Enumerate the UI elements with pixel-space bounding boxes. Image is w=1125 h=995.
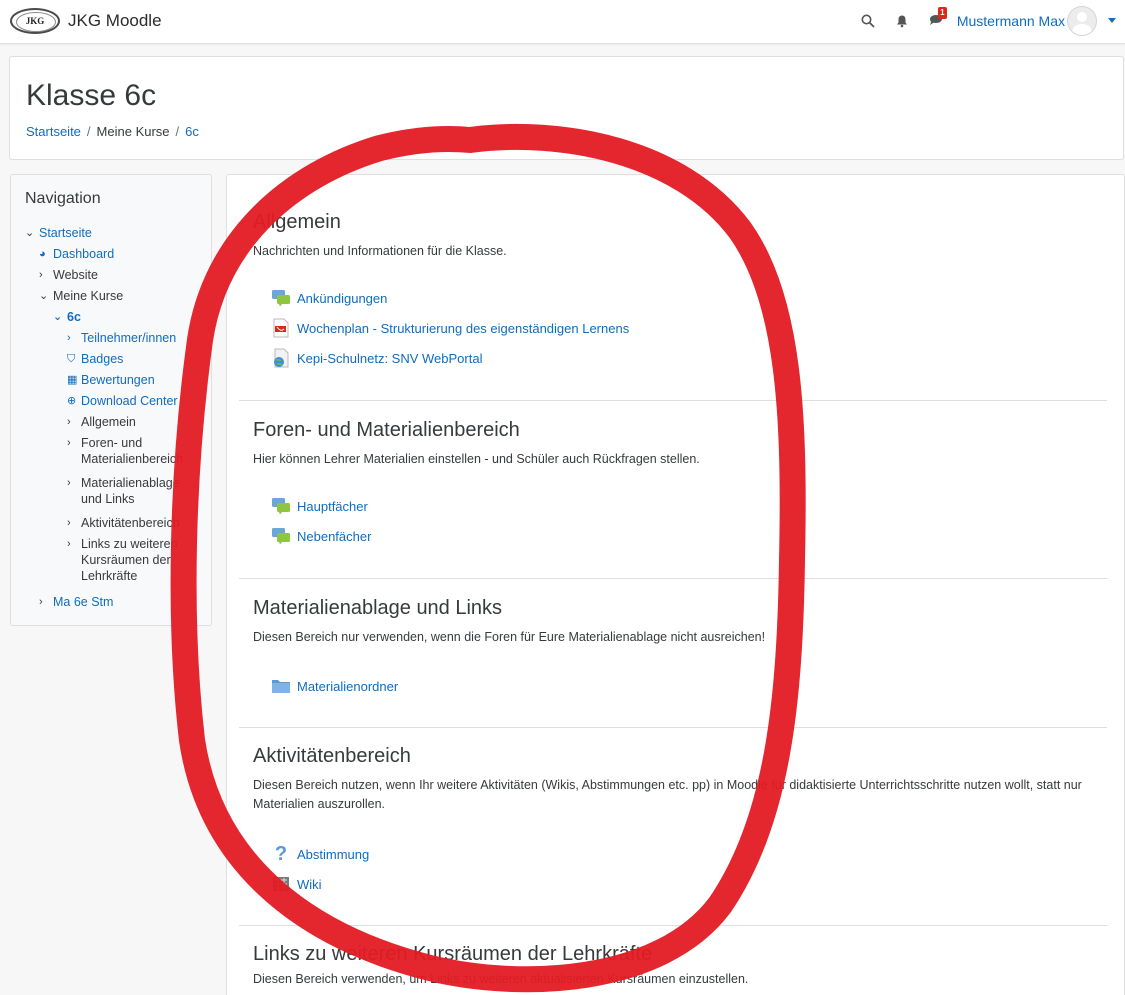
nav-item-section-links[interactable]: › Links zu weiteren Kursräumen der Lehrkr… [67, 536, 192, 584]
shield-icon: ⛉ [67, 353, 76, 365]
section-divider [239, 727, 1107, 728]
activity-link[interactable]: Abstimmung [297, 847, 369, 862]
nav-item-my-courses[interactable]: ⌄ Meine Kurse [39, 288, 123, 304]
message-count-badge: 1 [937, 7, 947, 19]
nav-item-website[interactable]: › Website [39, 267, 98, 283]
activity-kepi-schulnetz[interactable]: Kepi-Schulnetz: SNV WebPortal [271, 348, 482, 368]
section-title: Foren- und Materialienbereich [253, 419, 520, 441]
user-menu-name[interactable]: Mustermann Max [957, 13, 1065, 29]
user-menu-caret-icon[interactable] [1107, 8, 1117, 34]
section-divider [239, 925, 1107, 926]
section-summary: Diesen Bereich nur verwenden, wenn die F… [253, 630, 766, 644]
activity-link[interactable]: Wochenplan - Strukturierung des eigenstä… [297, 321, 629, 336]
section-divider [239, 400, 1107, 401]
chevron-right-icon: › [67, 416, 71, 428]
chevron-right-icon: › [67, 517, 71, 529]
activity-link[interactable]: Materialienordner [297, 679, 398, 694]
chevron-down-icon: ⌄ [39, 290, 49, 302]
breadcrumb-my-courses[interactable]: Meine Kurse [97, 124, 170, 139]
nav-item-section-foren[interactable]: › Foren- und Materialienbereich [67, 435, 187, 467]
section-allgemein: Allgemein Nachrichten und Informationen … [239, 211, 1107, 261]
nav-item-ma-6e-stm[interactable]: › Ma 6e Stm [39, 594, 113, 610]
section-title: Materialienablage und Links [253, 597, 503, 619]
activity-link[interactable]: Hauptfächer [297, 499, 368, 514]
breadcrumb: Startseite / Meine Kurse / 6c [26, 124, 199, 139]
site-brand[interactable]: JKG JKG Moodle [10, 8, 162, 34]
section-aktivitaeten: Aktivitätenbereich Diesen Bereich nutzen… [239, 745, 1107, 814]
nav-item-section-materialien[interactable]: › Materialienablage und Links [67, 475, 195, 507]
dashboard-icon: ◕ [39, 248, 46, 260]
section-summary: Hier können Lehrer Materialien einstelle… [253, 452, 700, 466]
nav-item-section-aktivitaeten[interactable]: › Aktivitätenbereich [67, 515, 180, 531]
activity-abstimmung[interactable]: ? Abstimmung [271, 842, 369, 865]
activity-wochenplan[interactable]: Wochenplan - Strukturierung des eigenstä… [271, 318, 629, 338]
page-title: Klasse 6c [26, 79, 157, 112]
nav-item-grades[interactable]: ▦ Bewertungen [67, 372, 155, 388]
section-title: Links zu weiteren Kursräumen der Lehrkrä… [253, 943, 653, 965]
breadcrumb-separator: / [175, 124, 180, 139]
navbar-user-area: 1 Mustermann Max [855, 6, 1117, 36]
url-icon [271, 348, 291, 368]
activity-link[interactable]: Wiki [297, 877, 322, 892]
activity-link[interactable]: Ankündigungen [297, 291, 387, 306]
site-name[interactable]: JKG Moodle [68, 11, 162, 31]
breadcrumb-separator: / [86, 124, 91, 139]
section-title: Allgemein [253, 211, 341, 233]
section-summary: Diesen Bereich nutzen, wenn Ihr weitere … [253, 778, 1082, 811]
section-summary: Nachrichten und Informationen für die Kl… [253, 244, 507, 258]
chevron-right-icon: › [67, 538, 71, 550]
search-icon[interactable] [855, 8, 881, 34]
nav-item-badges[interactable]: ⛉ Badges [67, 351, 123, 367]
school-logo: JKG [10, 8, 60, 34]
activity-materialienordner[interactable]: Materialienordner [271, 676, 398, 696]
chevron-right-icon: › [67, 332, 71, 344]
section-title: Aktivitätenbereich [253, 745, 411, 767]
forum-icon [271, 526, 291, 546]
section-divider [239, 578, 1107, 579]
nav-item-download-center[interactable]: ⊕ Download Center [67, 393, 178, 409]
download-icon: ⊕ [67, 395, 77, 407]
chevron-right-icon: › [39, 596, 43, 608]
question-icon: ? [274, 842, 288, 865]
activity-nebenfaecher[interactable]: Nebenfächer [271, 526, 371, 546]
bell-icon[interactable] [889, 8, 915, 34]
navigation-block: Navigation ⌄ Startseite ◕ Dashboard › Websi… [10, 174, 212, 626]
nav-item-course-6c[interactable]: ⌄ 6c [53, 309, 81, 325]
activity-link[interactable]: Nebenfächer [297, 529, 371, 544]
course-content: Allgemein Nachrichten und Informationen … [226, 174, 1125, 995]
table-icon: ▦ [67, 374, 78, 386]
chevron-right-icon: › [67, 477, 71, 489]
chevron-right-icon: › [67, 437, 71, 449]
section-links-kursraeume: Links zu weiteren Kursräumen der Lehrkrä… [239, 943, 1107, 989]
section-summary: Diesen Bereich verwenden, um Links zu we… [253, 972, 749, 986]
forum-icon [271, 288, 291, 308]
section-materialienablage: Materialienablage und Links Diesen Berei… [239, 597, 1107, 647]
chevron-down-icon: ⌄ [25, 227, 35, 239]
activity-link[interactable]: Kepi-Schulnetz: SNV WebPortal [297, 351, 482, 366]
breadcrumb-course[interactable]: 6c [185, 124, 199, 139]
wiki-icon [271, 874, 291, 894]
folder-icon [271, 676, 291, 696]
page-header: Klasse 6c Startseite / Meine Kurse / 6c [9, 56, 1124, 160]
nav-item-participants[interactable]: › Teilnehmer/innen [67, 330, 176, 346]
top-navbar: JKG JKG Moodle 1 Mustermann Max [0, 0, 1125, 44]
activity-ankuendigungen[interactable]: Ankündigungen [271, 288, 387, 308]
breadcrumb-home[interactable]: Startseite [26, 124, 81, 139]
chevron-down-icon: ⌄ [53, 311, 63, 323]
messages-icon[interactable]: 1 [923, 7, 949, 34]
navigation-title: Navigation [25, 190, 101, 207]
nav-item-dashboard[interactable]: ◕ Dashboard [39, 246, 114, 262]
chevron-right-icon: › [39, 269, 43, 281]
pdf-icon [271, 318, 291, 338]
nav-item-section-allgemein[interactable]: › Allgemein [67, 414, 136, 430]
section-foren: Foren- und Materialienbereich Hier könne… [239, 419, 1107, 469]
activity-wiki[interactable]: Wiki [271, 874, 322, 894]
avatar[interactable] [1067, 6, 1097, 36]
activity-hauptfaecher[interactable]: Hauptfächer [271, 496, 368, 516]
forum-icon [271, 496, 291, 516]
nav-item-startseite[interactable]: ⌄ Startseite [25, 225, 92, 241]
